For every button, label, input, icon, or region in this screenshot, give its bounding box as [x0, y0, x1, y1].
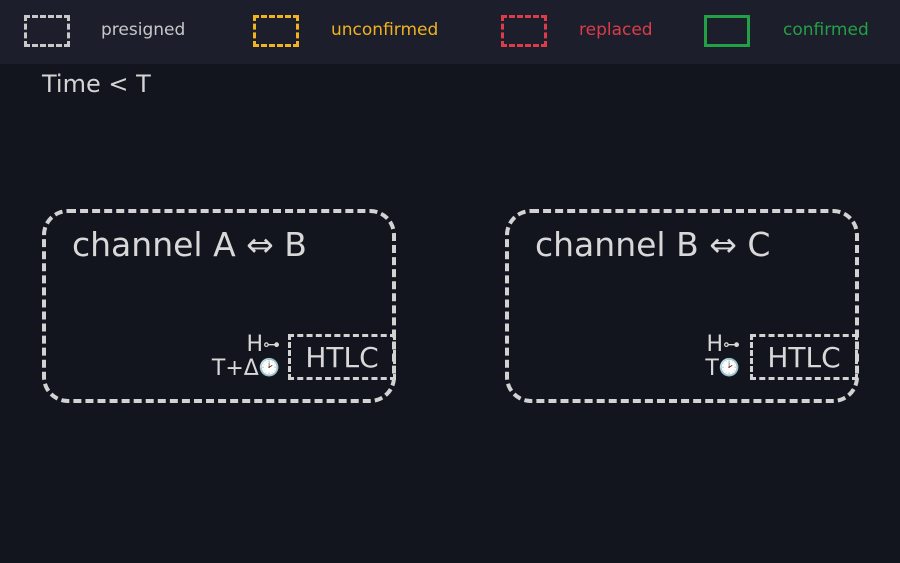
htlc-label: HTLC	[767, 340, 841, 374]
key-icon: ⊶	[723, 334, 740, 355]
legend-label: confirmed	[783, 20, 869, 40]
hash-label: H	[706, 332, 723, 357]
timelock-label: T+Δ	[211, 355, 259, 381]
channel-title: channel B ⇔ C	[535, 225, 771, 264]
hash-condition: H⊶	[660, 333, 740, 357]
legend: presigned unconfirmed replaced confirmed	[0, 0, 900, 64]
clock-icon: 🕑	[258, 358, 280, 378]
hash-label: H	[246, 332, 263, 357]
channel-title: channel A ⇔ B	[72, 225, 307, 264]
hash-condition: H⊶	[190, 333, 280, 357]
time-condition: T🕑	[660, 357, 740, 381]
htlc-label: HTLC	[305, 340, 379, 374]
time-condition-label: Time < T	[42, 70, 151, 98]
htlc-conditions: H⊶ T+Δ🕑	[190, 333, 280, 380]
confirmed-swatch	[704, 15, 750, 47]
htlc-output: HTLC	[750, 334, 858, 380]
clock-icon: 🕑	[718, 358, 740, 378]
legend-label: replaced	[579, 20, 653, 40]
htlc-output: HTLC	[288, 334, 396, 380]
legend-label: unconfirmed	[331, 20, 439, 40]
unconfirmed-swatch	[253, 15, 299, 47]
htlc-conditions: H⊶ T🕑	[660, 333, 740, 380]
key-icon: ⊶	[263, 334, 280, 355]
replaced-swatch	[501, 15, 547, 47]
timelock-label: T	[705, 355, 719, 381]
legend-label: presigned	[101, 20, 186, 40]
presigned-swatch	[24, 15, 70, 47]
time-condition: T+Δ🕑	[190, 357, 280, 381]
